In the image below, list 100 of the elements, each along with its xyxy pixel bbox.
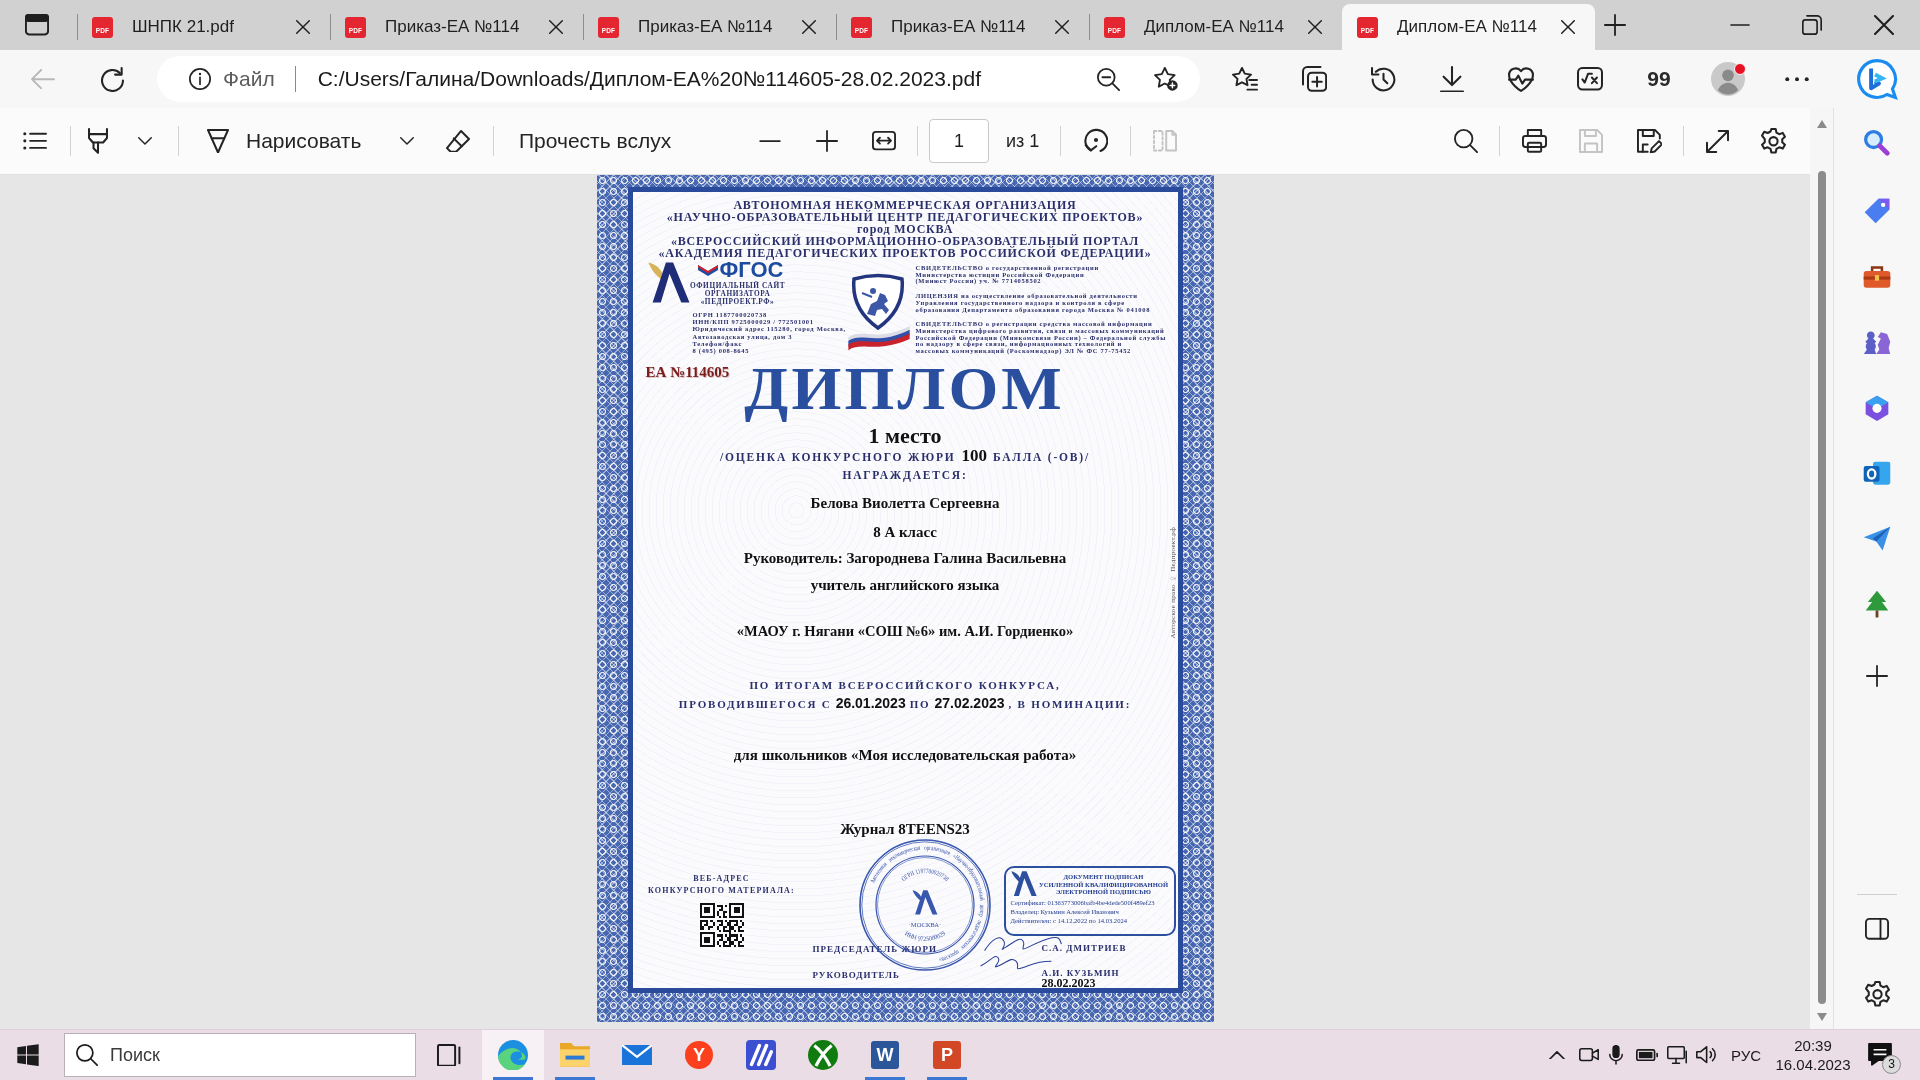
- scroll-down-button[interactable]: [1816, 1013, 1827, 1021]
- taskbar-app-button[interactable]: [482, 1030, 544, 1080]
- read-aloud-button[interactable]: Прочесть вслух: [511, 121, 686, 161]
- history-icon: [1370, 66, 1396, 92]
- restore-icon: [1802, 15, 1822, 35]
- eraser-icon: [446, 129, 470, 153]
- triangle-up-icon: [1816, 120, 1827, 128]
- microphone-icon: [1609, 1045, 1623, 1065]
- notification-count-badge: 3: [1882, 1055, 1901, 1074]
- math-box-icon: [1577, 67, 1603, 91]
- zoom-out-icon: [1096, 67, 1120, 91]
- scrollbar-thumb[interactable]: [1817, 171, 1826, 1004]
- draw-button[interactable]: Нарисовать: [201, 121, 375, 161]
- floppy-pen-icon: [1636, 128, 1662, 154]
- avatar-icon: [1711, 62, 1745, 96]
- close-icon: [296, 20, 310, 34]
- language-button[interactable]: РУС: [1726, 1030, 1766, 1080]
- contest-text: ПРОВОДИВШЕГОСЯ С: [678, 697, 832, 712]
- tricolor-ribbon-icon: [847, 326, 910, 352]
- extension-button[interactable]: 99: [1639, 59, 1679, 99]
- collections-icon: [1301, 66, 1327, 92]
- striped-tile-icon: [746, 1040, 776, 1070]
- close-icon: [1308, 20, 1322, 34]
- taskbar-app-button[interactable]: Y: [668, 1030, 730, 1080]
- supervisor-name: Руководитель: Загороднева Галина Васильевна: [743, 549, 1067, 567]
- class-name: 8 А класс: [873, 523, 937, 541]
- place-text: 1 место: [868, 424, 942, 448]
- awarded-label: НАГРАЖДАЕТСЯ:: [842, 468, 968, 482]
- printer-icon: [1521, 129, 1547, 153]
- signatory-name: С.А. ДМИТРИЕВ: [1041, 942, 1127, 954]
- taskbar-app-button[interactable]: P: [916, 1030, 978, 1080]
- tab-actions-icon: [25, 14, 49, 36]
- address-field[interactable]: Файл C:/Users/Галина/Downloads/Диплом-ЕА%20№114605-28.02.2023.pdf: [157, 56, 1200, 102]
- url-text: C:/Users/Галина/Downloads/Диплом-ЕА%20№114605-28.02.2023.pdf: [317, 67, 981, 91]
- settings-icon: [1864, 980, 1890, 1008]
- journal-name: Журнал 8TEENS23: [840, 820, 970, 838]
- search-icon: [1454, 129, 1478, 153]
- more-icon: [1785, 76, 1809, 82]
- download-icon: [1440, 65, 1464, 93]
- diploma-title: ДИПЛОМ: [744, 355, 1066, 423]
- browser-swirl-icon: [498, 1040, 528, 1070]
- contest-text: ПО ИТОГАМ ВСЕРОССИЙСКОГО КОНКУРСА,: [749, 678, 1061, 693]
- notifications-button[interactable]: 3: [1858, 1030, 1902, 1080]
- pen-icon: [207, 128, 229, 154]
- star-list-icon: [1232, 67, 1258, 91]
- mail-icon: [622, 1044, 652, 1066]
- letter-tile-icon: P: [933, 1041, 961, 1069]
- contest-text: ПО: [909, 697, 931, 712]
- search-field[interactable]: Поиск: [64, 1033, 416, 1077]
- close-icon: [549, 20, 563, 34]
- letter-tile-icon: Y: [685, 1041, 713, 1069]
- organization-header: АВТОНОМНАЯ НЕКОММЕРЧЕСКАЯ ОРГАНИЗАЦИЯ «НАУЧНО-ОБРАЗОВАТЕЛЬНЫЙ ЦЕНТР ПЕДАГОГИЧЕСКИХ ПРОЕКТОВ» город МОСКВА «ВСЕРОССИЙСКИЙ ИНФОРМАЦИОННО-ОБРАЗОВАТЕЛЬНЫЙ ПОРТАЛ «АКАДЕМИЯ ПЕДАГОГИЧЕСКИХ ПРОЕКТОВ РОССИЙСКОЙ ФЕДЕРАЦИИ»: [658, 199, 1152, 259]
- close-icon: [1055, 20, 1069, 34]
- panel-icon: [1865, 918, 1889, 940]
- settings-icon: [1760, 127, 1786, 155]
- signing-date: 28.02.2023: [1041, 978, 1096, 989]
- minimize-icon: [1730, 24, 1750, 26]
- shield-emblem-icon: [849, 273, 906, 330]
- star-plus-icon: [1154, 67, 1178, 91]
- score-value: 100: [961, 448, 987, 464]
- chat-logo-icon: [1855, 58, 1898, 100]
- video-camera-icon: [1579, 1048, 1599, 1062]
- contest-date: 27.02.2023: [934, 695, 1005, 711]
- profile-button[interactable]: [1708, 59, 1748, 99]
- task-view-icon: [437, 1043, 461, 1067]
- rotate-icon: [1084, 128, 1108, 154]
- page-number-field[interactable]: 1: [929, 119, 989, 163]
- taskbar-app-button[interactable]: W: [854, 1030, 916, 1080]
- close-icon: [1561, 20, 1575, 34]
- windows-logo-icon: [17, 1043, 39, 1067]
- qr-code-icon: [699, 903, 744, 947]
- feather-logo-icon: [912, 890, 937, 915]
- scroll-up-button[interactable]: [1816, 120, 1827, 128]
- paper-plane-icon: [1863, 526, 1891, 552]
- speaker-icon: [1696, 1046, 1716, 1064]
- chess-pieces-icon: [1863, 329, 1891, 355]
- score-label: /ОЦЕНКА КОНКУРСНОГО ЖЮРИ: [720, 450, 956, 465]
- back-arrow-icon: [31, 68, 55, 90]
- list-icon: [23, 132, 47, 150]
- heart-pulse-icon: [1508, 66, 1534, 92]
- clock-button[interactable]: 20:39 16.04.2023: [1771, 1030, 1855, 1080]
- nomination-text: для школьников «Моя исследовательская работа»: [733, 746, 1077, 764]
- search-icon: [1864, 130, 1890, 156]
- feather-logo-icon: [647, 261, 690, 304]
- page-count-label: из 1: [1006, 130, 1041, 152]
- plus-icon: [816, 130, 838, 152]
- scheme-label: Файл: [223, 67, 275, 91]
- signatory-role: РУКОВОДИТЕЛЬ: [812, 969, 900, 981]
- close-icon: [802, 20, 816, 34]
- caret-icon: [400, 137, 414, 145]
- tag-icon: [1864, 198, 1890, 224]
- folder-icon: [560, 1043, 590, 1067]
- score-label: БАЛЛА (-ОВ)/: [992, 450, 1090, 465]
- triangle-down-icon: [1816, 1013, 1827, 1021]
- caret-icon: [138, 137, 152, 145]
- highlighter-icon: [88, 127, 108, 155]
- supervisor-position: учитель английского языка: [810, 576, 1000, 594]
- briefcase-icon: [1863, 265, 1891, 289]
- plus-icon: [1604, 14, 1626, 36]
- diagonal-arrows-icon: [1705, 129, 1729, 153]
